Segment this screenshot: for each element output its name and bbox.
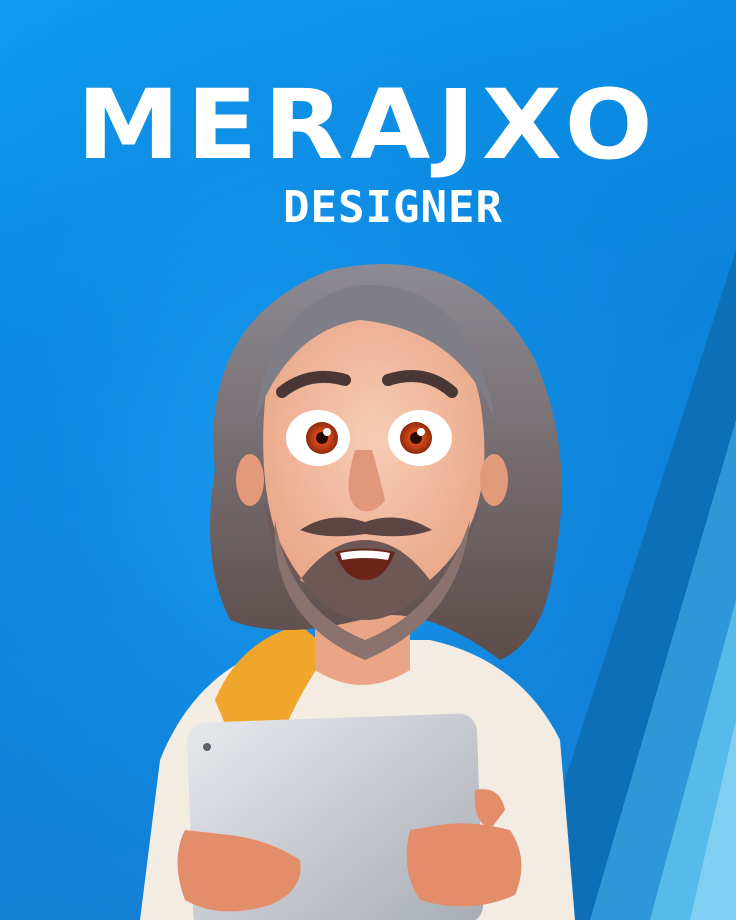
poster-subtitle: DESIGNER <box>283 182 503 233</box>
poster: MERAJXO DESIGNER <box>0 0 736 920</box>
poster-title: MERAJXO <box>76 69 660 181</box>
